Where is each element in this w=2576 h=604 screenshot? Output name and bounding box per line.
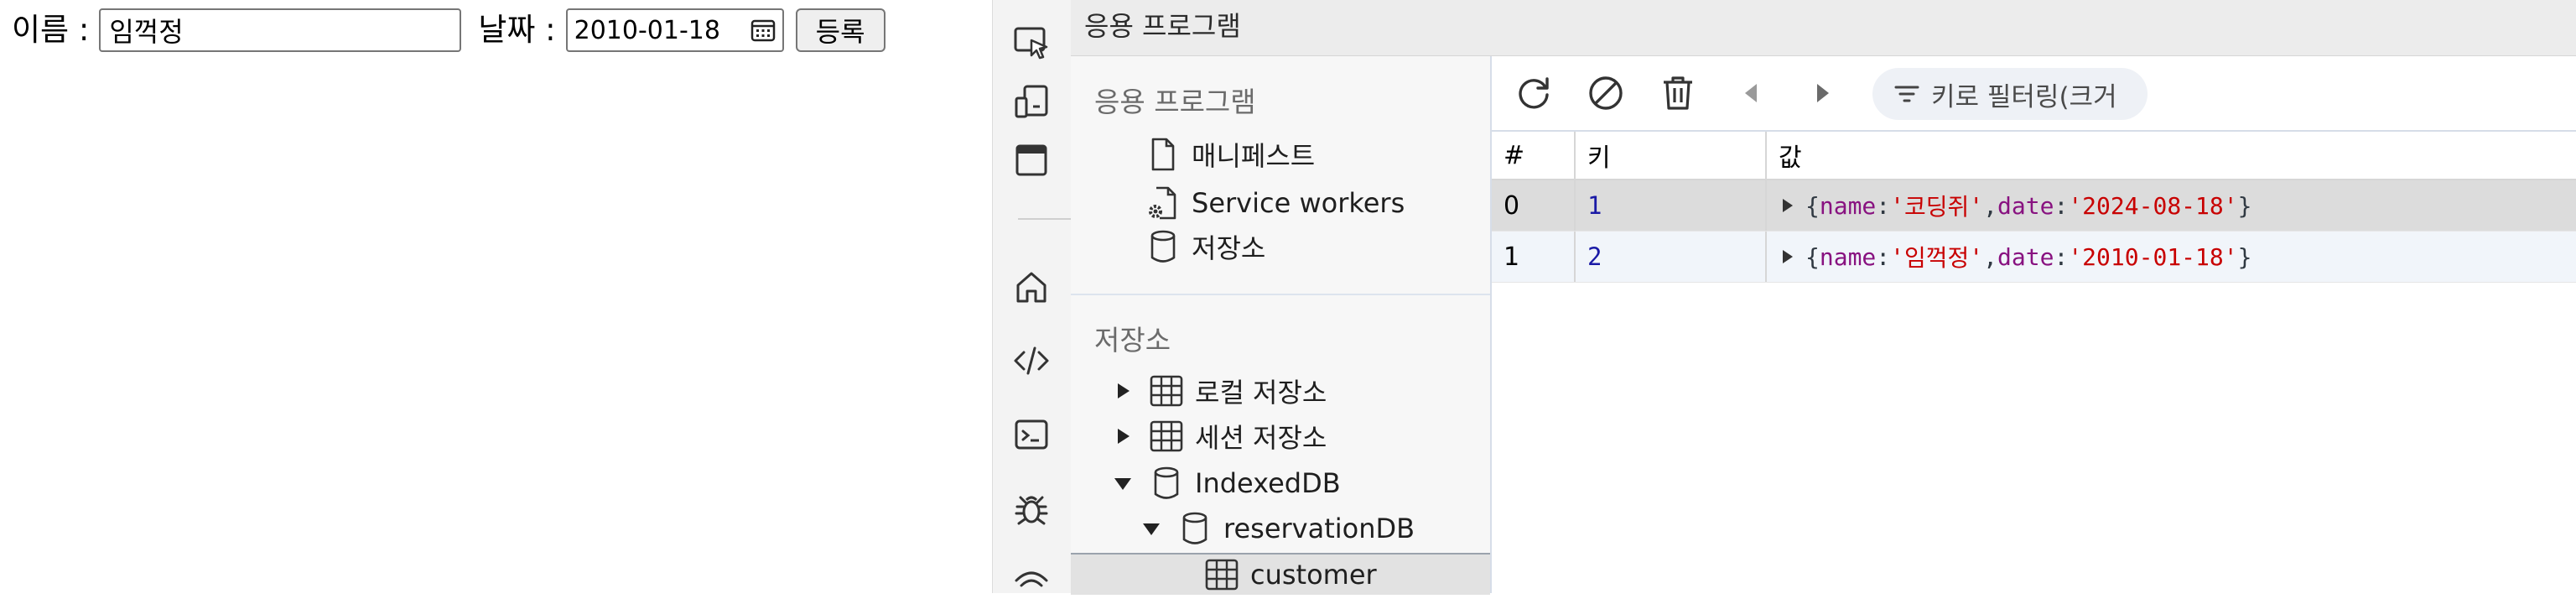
triangle-left-icon bbox=[1745, 84, 1757, 102]
inspect-element-icon[interactable] bbox=[1010, 20, 1053, 64]
expand-triangle-icon[interactable] bbox=[1113, 381, 1133, 401]
name-label: 이름 : bbox=[12, 12, 90, 48]
registration-form: 이름 : 날짜 : 2010-01-18 등록 bbox=[12, 8, 886, 52]
expand-triangle-icon[interactable] bbox=[1779, 248, 1795, 265]
objectstore-toolbar: 키로 필터링(크거 bbox=[1492, 56, 2576, 132]
row-value[interactable]: {name: ' 임꺽정 ', date: ' 2010-01-18 '} bbox=[1767, 232, 2576, 282]
sidebar-item-local-storage[interactable]: 로컬 저장소 bbox=[1113, 370, 1327, 412]
sidebar-item-label: IndexedDB bbox=[1195, 467, 1341, 499]
value-date: 2010-01-18 bbox=[2082, 242, 2224, 271]
sidebar-item-session-storage[interactable]: 세션 저장소 bbox=[1113, 415, 1327, 457]
sidebar-item-label: 로컬 저장소 bbox=[1195, 377, 1327, 409]
block-icon bbox=[1589, 76, 1623, 110]
next-page-button[interactable] bbox=[1799, 70, 1846, 117]
collapse-triangle-icon[interactable] bbox=[1141, 518, 1161, 539]
calendar-icon[interactable] bbox=[750, 18, 776, 42]
elements-code-icon[interactable] bbox=[1010, 339, 1053, 383]
key-filter-input[interactable]: 키로 필터링(크거 bbox=[1872, 68, 2148, 120]
date-label: 날짜 : bbox=[478, 12, 556, 48]
app-section-title: 응용 프로그램 bbox=[1094, 86, 1256, 118]
sidebar-item-manifest[interactable]: 매니페스트 bbox=[1145, 133, 1315, 175]
table-grid-icon bbox=[1150, 375, 1183, 407]
table-grid-icon bbox=[1205, 559, 1239, 591]
application-sidebar: 응용 프로그램 매니페스트 Service workers 저장소 저장소 로컬… bbox=[1071, 56, 1492, 595]
network-wifi-icon[interactable] bbox=[1010, 560, 1053, 604]
delete-button[interactable] bbox=[1654, 70, 1701, 117]
row-key: 2 bbox=[1576, 232, 1767, 282]
collapse-triangle-icon[interactable] bbox=[1113, 473, 1133, 493]
objectstore-data-grid: # 키 값 0 1 {name: ' 코딩쥐 ', date: ' 2024-08-1… bbox=[1492, 132, 2576, 283]
row-key: 1 bbox=[1576, 180, 1767, 231]
sidebar-item-label: reservationDB bbox=[1223, 513, 1415, 544]
name-input[interactable] bbox=[99, 8, 462, 52]
file-icon bbox=[1151, 138, 1175, 171]
trash-icon bbox=[1664, 76, 1692, 110]
sidebar-item-label: Service workers bbox=[1192, 187, 1405, 219]
row-index: 1 bbox=[1492, 232, 1576, 282]
value-date: 2024-08-18 bbox=[2082, 191, 2224, 220]
expand-triangle-icon[interactable] bbox=[1113, 426, 1133, 446]
row-index: 0 bbox=[1492, 180, 1576, 231]
expand-triangle-icon[interactable] bbox=[1779, 197, 1795, 214]
date-input[interactable]: 2010-01-18 bbox=[565, 8, 784, 52]
previous-page-button[interactable] bbox=[1728, 70, 1775, 117]
value-name: 임꺽정 bbox=[1904, 244, 1970, 272]
debugger-bug-icon[interactable] bbox=[1010, 487, 1053, 530]
sidebar-item-label: 매니페스트 bbox=[1192, 140, 1316, 172]
gear-file-icon bbox=[1149, 186, 1176, 220]
date-value: 2010-01-18 bbox=[574, 15, 720, 45]
filter-placeholder: 키로 필터링(크거 bbox=[1931, 81, 2117, 112]
sidebar-item-storage[interactable]: 저장소 bbox=[1145, 226, 1265, 268]
column-header-key[interactable]: 키 bbox=[1576, 132, 1767, 179]
application-panel-header: 응용 프로그램 bbox=[1071, 0, 2576, 56]
window-icon[interactable] bbox=[1010, 138, 1053, 182]
sidebar-item-label: customer bbox=[1250, 559, 1377, 591]
devtools-activity-bar bbox=[992, 0, 1090, 593]
sidebar-item-label: 저장소 bbox=[1192, 232, 1266, 264]
database-icon bbox=[1150, 230, 1176, 263]
storage-section-title: 저장소 bbox=[1094, 324, 1171, 357]
sidebar-item-customer[interactable]: customer bbox=[1071, 553, 1490, 595]
table-row[interactable]: 0 1 {name: ' 코딩쥐 ', date: ' 2024-08-18 '} bbox=[1492, 180, 2576, 232]
database-icon bbox=[1154, 466, 1179, 499]
console-icon[interactable] bbox=[1010, 413, 1053, 456]
sidebar-item-label: 세션 저장소 bbox=[1195, 422, 1327, 454]
triangle-right-icon bbox=[1817, 84, 1829, 102]
column-header-value[interactable]: 값 bbox=[1767, 132, 2576, 179]
web-page: 이름 : 날짜 : 2010-01-18 등록 bbox=[0, 0, 992, 593]
sidebar-item-reservationdb[interactable]: reservationDB bbox=[1141, 508, 1415, 549]
refresh-icon bbox=[1519, 77, 1549, 109]
value-name: 코딩쥐 bbox=[1904, 193, 1970, 221]
sidebar-divider bbox=[1071, 294, 1490, 295]
database-icon bbox=[1182, 512, 1208, 544]
refresh-button[interactable] bbox=[1510, 70, 1557, 117]
sidebar-item-indexeddb[interactable]: IndexedDB bbox=[1113, 462, 1341, 504]
table-header-row: # 키 값 bbox=[1492, 132, 2576, 180]
submit-button[interactable]: 등록 bbox=[795, 8, 886, 52]
table-grid-icon bbox=[1150, 420, 1183, 452]
filter-icon bbox=[1894, 86, 1919, 102]
panel-title: 응용 프로그램 bbox=[1084, 10, 1241, 42]
device-toolbar-icon[interactable] bbox=[1010, 80, 1053, 123]
clear-button[interactable] bbox=[1582, 70, 1629, 117]
sidebar-item-service-workers[interactable]: Service workers bbox=[1145, 182, 1405, 224]
home-icon[interactable] bbox=[1010, 265, 1053, 309]
row-value[interactable]: {name: ' 코딩쥐 ', date: ' 2024-08-18 '} bbox=[1767, 180, 2576, 231]
table-row[interactable]: 1 2 {name: ' 임꺽정 ', date: ' 2010-01-18 '} bbox=[1492, 232, 2576, 283]
column-header-index[interactable]: # bbox=[1492, 132, 1576, 179]
